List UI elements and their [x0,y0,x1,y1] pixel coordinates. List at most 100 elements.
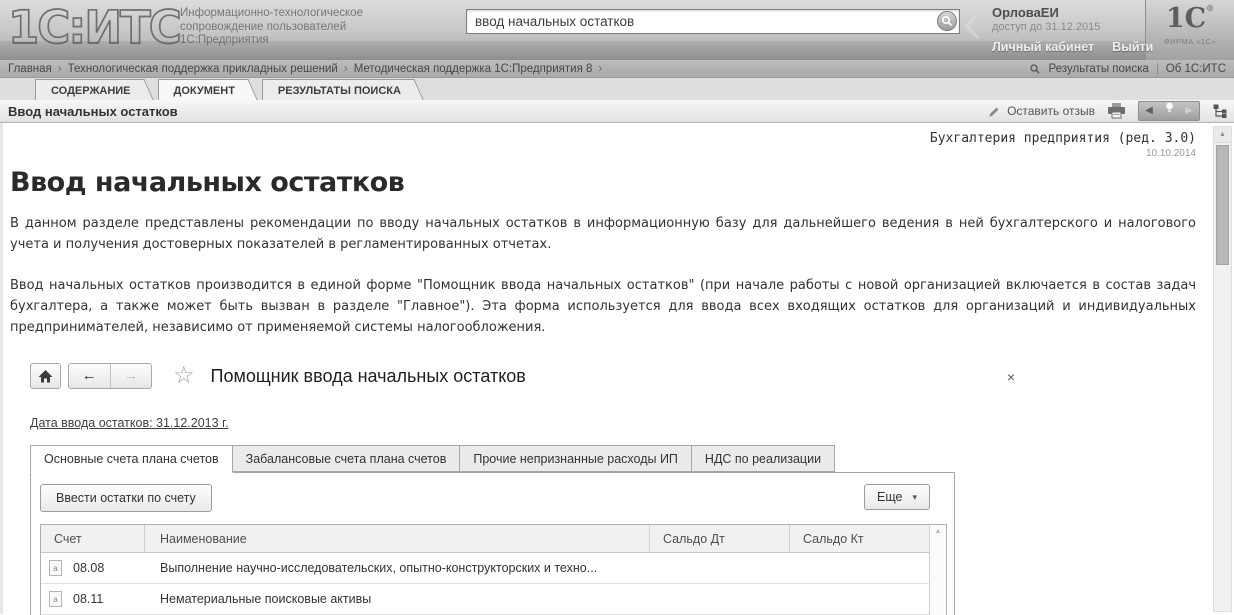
scrollbar-thumb[interactable] [1216,145,1229,265]
search-input[interactable] [466,9,960,34]
col-header-credit[interactable]: Сальдо Кт [789,525,928,552]
tagline-line: сопровождение пользователей [180,20,347,33]
breadcrumb-separator: › [598,62,603,75]
assistant-title: Помощник ввода начальных остатков [210,365,526,386]
site-tagline: Информационно-технологическое сопровожде… [180,7,363,48]
search-bar [466,9,960,34]
account-name: Нематериальные поисковые активы [160,592,372,606]
breadcrumb-right: Результаты поиска Об 1С:ИТС [1029,62,1226,75]
account-icon: а [49,591,62,607]
tagline-line: 1С:Предприятия [180,34,269,46]
enter-balances-button[interactable]: Ввести остатки по счету [40,484,212,512]
account-name: Выполнение научно-исследовательских, опы… [160,561,598,575]
article-heading: Ввод начальных остатков [10,167,405,198]
home-button[interactable] [30,363,61,389]
app-window: 1С:ИТС Информационно-технологическое соп… [0,0,1234,615]
debit-balance [649,553,789,583]
account-icon: а [49,560,62,576]
ftab-vat-sales[interactable]: НДС по реализации [690,445,836,472]
balances-date-link[interactable]: Дата ввода остатков: 31.12.2013 г. [30,416,229,430]
breadcrumb: Главная › Технологическая поддержка прик… [0,60,1234,78]
user-links: Личный кабинет Выйти [992,40,1153,54]
ftab-main-accounts[interactable]: Основные счета плана счетов [30,445,233,473]
scroll-up-button[interactable]: ▲ [1214,127,1231,143]
bulb-icon[interactable] [1159,102,1179,120]
tagline-line: Информационно-технологическое [180,7,363,19]
content-left-edge [0,123,3,614]
page-scrollbar: ▲ [1213,126,1232,612]
tree-view-icon[interactable] [1212,104,1228,119]
col-header-account[interactable]: Счет [41,525,144,552]
edition-block: Бухгалтерия предприятия (ред. 3.0) 10.10… [930,131,1196,159]
chevron-decoration-icon [964,13,990,39]
table-row[interactable]: а 08.11 Нематериальные поисковые активы [41,584,946,615]
col-header-name[interactable]: Наименование [144,525,649,552]
history-nav-group: ← → [68,363,152,389]
document-titlebar: Ввод начальных остатков Оставить отзыв ◀ [0,100,1234,123]
tab-contents[interactable]: СОДЕРЖАНИЕ [35,79,139,100]
leave-feedback-link[interactable]: Оставить отзыв [987,104,1095,118]
breadcrumb-method-support[interactable]: Методическая поддержка 1С:Предприятия 8 [354,63,593,75]
main-tabstrip: СОДЕРЖАНИЕ ДОКУМЕНТ РЕЗУЛЬТАТЫ ПОИСКА [0,78,1234,100]
breadcrumb-tech-support[interactable]: Технологическая поддержка прикладных реш… [68,63,338,75]
assistant-form: ← → ☆ Помощник ввода начальных остатков … [30,362,1015,615]
document-content: ▲ Бухгалтерия предприятия (ред. 3.0) 10.… [0,123,1234,615]
assistant-tab-panel: Ввести остатки по счету Еще ▾ Счет Наиме… [30,472,955,615]
leave-feedback-label: Оставить отзыв [1007,104,1095,118]
forward-button[interactable]: → [111,364,152,388]
article-paragraph-1: В данном разделе представлены рекомендац… [10,216,1196,252]
account-code: 08.11 [73,592,104,606]
doc-nav-group: ◀ ▶ [1138,101,1200,121]
favorite-star-icon[interactable]: ☆ [173,364,195,388]
more-button[interactable]: Еще ▾ [864,484,930,510]
dropdown-arrow-icon: ▾ [912,491,917,502]
tab-search-results[interactable]: РЕЗУЛЬТАТЫ ПОИСКА [261,79,409,100]
close-icon[interactable]: × [1007,370,1015,384]
about-its-link[interactable]: Об 1С:ИТС [1166,63,1226,75]
breadcrumb-separator: › [57,62,62,75]
page-title: Ввод начальных остатков [8,103,178,119]
edition-date: 10.10.2014 [1145,148,1196,159]
search-results-link[interactable]: Результаты поиска [1049,63,1149,75]
tab-document[interactable]: ДОКУМЕНТ [157,79,243,100]
registered-mark: ® [1206,3,1215,13]
credit-balance [789,584,928,614]
personal-cabinet-link[interactable]: Личный кабинет [992,40,1094,54]
table-header-row: Счет Наименование Сальдо Дт Сальдо Кт [41,525,946,553]
user-access-until: доступ до 31.12.2015 [992,21,1101,33]
article: Ввод начальных остатков В данном разделе… [0,123,1234,615]
more-button-label: Еще [877,490,903,504]
table-scroll-up-icon[interactable]: ▲ [930,525,946,539]
home-icon [38,369,53,382]
search-icon [941,15,953,27]
article-paragraph-2: Ввод начальных остатков производится в е… [10,278,1196,335]
firm-1c-logo: 1С® ФИРМА «1С» [1145,0,1234,60]
search-button[interactable] [937,11,957,31]
edition-name: Бухгалтерия предприятия (ред. 3.0) [929,131,1196,146]
pencil-icon [989,107,999,116]
col-header-debit[interactable]: Сальдо Дт [649,525,789,552]
credit-balance [789,553,928,583]
print-icon[interactable] [1107,103,1126,119]
table-scrollbar: ▲ [929,525,946,615]
divider [1156,62,1158,75]
assistant-tabs: Основные счета плана счетов Забалансовые… [30,445,1015,473]
firm-1c-logo-text: 1С® [1165,3,1215,34]
titlebar-actions: Оставить отзыв ◀ ▶ [987,101,1228,121]
site-header: 1С:ИТС Информационно-технологическое соп… [0,0,1234,60]
logout-link[interactable]: Выйти [1112,40,1153,54]
user-name: ОрловаЕИ [992,5,1059,20]
debit-balance [649,584,789,614]
back-button[interactable]: ← [69,364,111,388]
next-doc-button[interactable]: ▶ [1179,102,1199,120]
ftab-offbalance-accounts[interactable]: Забалансовые счета плана счетов [231,445,461,472]
prev-doc-button[interactable]: ◀ [1139,102,1159,120]
breadcrumb-home[interactable]: Главная [8,63,52,75]
table-row[interactable]: а 08.08 Выполнение научно-исследовательс… [41,553,946,584]
accounts-table: Счет Наименование Сальдо Дт Сальдо Кт а … [40,524,947,615]
ftab-unrecognized-expenses[interactable]: Прочие непризнанные расходы ИП [459,445,692,472]
account-code: 08.08 [73,561,105,575]
firm-1c-caption: ФИРМА «1С» [1163,37,1217,46]
search-results-icon [1029,63,1040,74]
its-logo[interactable]: 1С:ИТС [7,0,182,55]
